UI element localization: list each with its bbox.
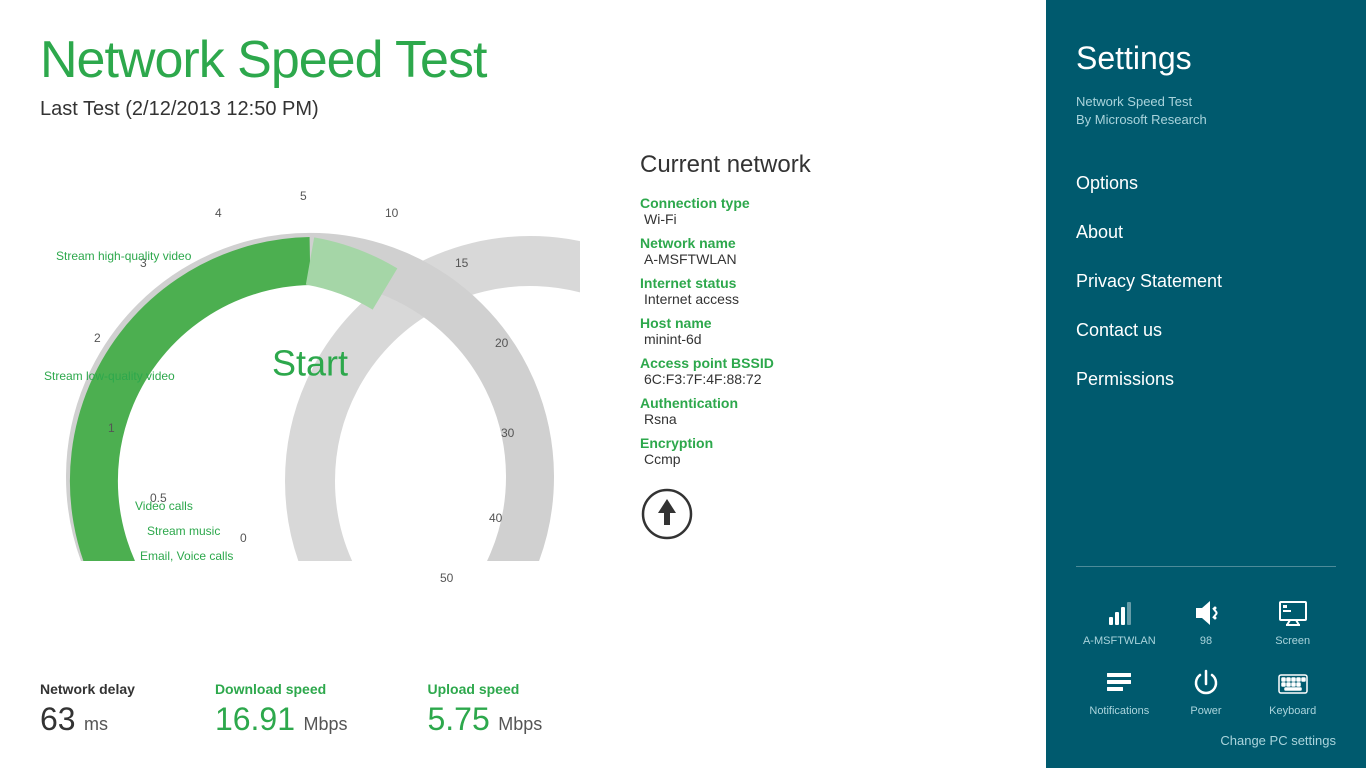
network-field-auth: Authentication Rsna (640, 395, 811, 427)
delay-unit: ms (84, 714, 108, 734)
scale-20: 20 (495, 336, 508, 350)
field-value-network-name: A-MSFTWLAN (644, 251, 811, 267)
upload-value: 5.75 (427, 701, 489, 737)
sys-icon-keyboard[interactable]: Keyboard (1249, 667, 1336, 717)
menu-item-permissions[interactable]: Permissions (1076, 355, 1336, 404)
notifications-label: Notifications (1089, 705, 1149, 717)
scale-40: 40 (489, 511, 502, 525)
scale-1: 1 (108, 421, 115, 435)
system-icons-row2: Notifications Power Key (1076, 667, 1336, 717)
field-label-encryption: Encryption (640, 435, 811, 451)
annotation-email: Email, Voice calls (140, 549, 233, 563)
network-field-encryption: Encryption Ccmp (640, 435, 811, 467)
scale-30: 30 (501, 426, 514, 440)
annotation-hq-video: Stream high-quality video (56, 249, 191, 263)
main-content: Network Speed Test Last Test (2/12/2013 … (0, 0, 1046, 768)
settings-divider (1076, 566, 1336, 567)
network-field-bssid: Access point BSSID 6C:F3:7F:4F:88:72 (640, 355, 811, 387)
stat-upload: Upload speed 5.75 Mbps (427, 681, 542, 738)
app-title: Network Speed Test (40, 30, 1006, 90)
annotation-lq-video: Stream low-quality video (44, 369, 175, 383)
stat-download: Download speed 16.91 Mbps (215, 681, 348, 738)
delay-label: Network delay (40, 681, 135, 697)
field-label-connection-type: Connection type (640, 195, 811, 211)
field-label-host-name: Host name (640, 315, 811, 331)
field-label-network-name: Network name (640, 235, 811, 251)
power-icon (1190, 667, 1222, 699)
last-test-label: Last Test (2/12/2013 12:50 PM) (40, 98, 1006, 121)
keyboard-label: Keyboard (1269, 705, 1316, 717)
field-value-host-name: minint-6d (644, 331, 811, 347)
field-value-bssid: 6C:F3:7F:4F:88:72 (644, 371, 811, 387)
start-button[interactable]: Start (272, 343, 348, 385)
menu-item-contact[interactable]: Contact us (1076, 306, 1336, 355)
notifications-icon (1103, 667, 1135, 699)
field-label-bssid: Access point BSSID (640, 355, 811, 371)
scale-4: 4 (215, 206, 222, 220)
power-label: Power (1190, 705, 1221, 717)
delay-value: 63 (40, 701, 76, 737)
annotation-stream-music: Stream music (147, 524, 220, 538)
scale-5: 5 (300, 189, 307, 203)
sys-icon-power[interactable]: Power (1163, 667, 1250, 717)
settings-title: Settings (1076, 40, 1336, 77)
download-unit: Mbps (303, 714, 347, 734)
scale-0: 0 (240, 531, 247, 545)
network-field-host-name: Host name minint-6d (640, 315, 811, 347)
field-label-auth: Authentication (640, 395, 811, 411)
scale-15: 15 (455, 256, 468, 270)
screen-icon (1277, 597, 1309, 629)
menu-item-privacy[interactable]: Privacy Statement (1076, 257, 1336, 306)
download-label: Download speed (215, 681, 348, 697)
field-value-auth: Rsna (644, 411, 811, 427)
upload-icon-container[interactable] (640, 487, 811, 546)
network-field-internet-status: Internet status Internet access (640, 275, 811, 307)
change-pc-settings[interactable]: Change PC settings (1076, 733, 1336, 748)
keyboard-icon (1277, 667, 1309, 699)
network-panel-title: Current network (640, 151, 811, 179)
field-value-internet-status: Internet access (644, 291, 811, 307)
screen-label: Screen (1275, 635, 1310, 647)
upload-icon[interactable] (640, 487, 694, 541)
scale-10: 10 (385, 206, 398, 220)
field-value-connection-type: Wi-Fi (644, 211, 811, 227)
system-icons-row1: A-MSFTWLAN 98 Screen (1076, 597, 1336, 647)
wifi-label: A-MSFTWLAN (1083, 635, 1156, 647)
sys-icon-volume[interactable]: 98 (1163, 597, 1250, 647)
field-label-internet-status: Internet status (640, 275, 811, 291)
upload-label: Upload speed (427, 681, 542, 697)
upload-unit: Mbps (498, 714, 542, 734)
settings-app-name: Network Speed Test By Microsoft Research (1076, 93, 1336, 129)
gauge-container: 0 0.5 1 2 3 4 5 10 15 20 30 40 50 Stream… (40, 141, 580, 561)
wifi-icon (1103, 597, 1135, 629)
stats-row: Network delay 63 ms Download speed 16.91… (40, 681, 706, 738)
download-value: 16.91 (215, 701, 295, 737)
network-field-connection-type: Connection type Wi-Fi (640, 195, 811, 227)
gauge-network-row: 0 0.5 1 2 3 4 5 10 15 20 30 40 50 Stream… (40, 141, 1006, 561)
menu-item-about[interactable]: About (1076, 208, 1336, 257)
sys-icon-screen[interactable]: Screen (1249, 597, 1336, 647)
annotation-video-calls: Video calls (135, 499, 193, 513)
stat-delay: Network delay 63 ms (40, 681, 135, 738)
menu-item-options[interactable]: Options (1076, 159, 1336, 208)
sys-icon-wifi[interactable]: A-MSFTWLAN (1076, 597, 1163, 647)
network-panel: Current network Connection type Wi-Fi Ne… (640, 141, 811, 546)
network-field-name: Network name A-MSFTWLAN (640, 235, 811, 267)
settings-sidebar: Settings Network Speed Test By Microsoft… (1046, 0, 1366, 768)
volume-icon (1190, 597, 1222, 629)
field-value-encryption: Ccmp (644, 451, 811, 467)
scale-2: 2 (94, 331, 101, 345)
sys-icon-notifications[interactable]: Notifications (1076, 667, 1163, 717)
scale-50: 50 (440, 571, 453, 585)
volume-label: 98 (1200, 635, 1212, 647)
